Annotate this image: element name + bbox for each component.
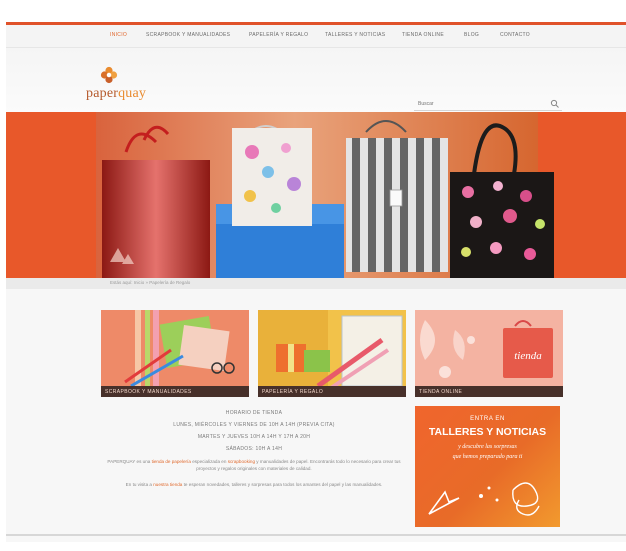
- nav-item-papeleria[interactable]: Papelería y Regalo: [249, 32, 308, 38]
- intro-link[interactable]: scrapbooking: [228, 459, 255, 464]
- main-nav: Inicio Scrapbook y Manualidades Papelerí…: [6, 25, 626, 48]
- logo-flower-icon: [100, 66, 118, 84]
- intro-paragraph: PAPERQUAY es una tienda de papelería esp…: [98, 458, 410, 473]
- nav-item-blog[interactable]: Blog: [464, 32, 479, 38]
- promo-illustration: [428, 482, 540, 516]
- logo[interactable]: paperquay: [86, 66, 196, 106]
- breadcrumb-text[interactable]: Estás aquí: Inicio » Papelería de Regalo: [110, 280, 190, 285]
- talleres-promo-banner[interactable]: ENTRA EN TALLERES Y NOTICIAS y descubre …: [415, 406, 560, 527]
- breadcrumb: Estás aquí: Inicio » Papelería de Regalo: [6, 278, 626, 289]
- logo-part2: quay: [118, 86, 147, 101]
- card-caption: SCRAPBOOK Y MANUALIDADES: [105, 389, 192, 395]
- nav-item-tienda-online[interactable]: Tienda Online: [402, 32, 444, 38]
- search-box: [414, 98, 562, 111]
- card-caption: TIENDA ONLINE: [419, 389, 463, 395]
- promo-line1: ENTRA EN: [470, 416, 505, 422]
- card-scrapbook[interactable]: SCRAPBOOK Y MANUALIDADES: [101, 310, 249, 397]
- nav-item-inicio[interactable]: Inicio: [110, 32, 127, 38]
- hero-gift-bags-image: [102, 120, 554, 278]
- nav-item-contacto[interactable]: Contacto: [500, 32, 530, 38]
- card-papeleria[interactable]: PAPELERÍA Y REGALO: [258, 310, 406, 397]
- intro-text-span: PAPERQUAY es una: [107, 459, 152, 464]
- tienda-badge-text: tienda: [514, 350, 542, 362]
- store-hours-line: Sábados: 10h a 14h: [225, 446, 283, 452]
- nav-item-talleres[interactable]: Talleres y Noticias: [325, 32, 385, 38]
- butterfly-icon: [512, 482, 539, 507]
- site-header: paperquay: [6, 48, 626, 112]
- intro-paragraph: En tu visita a nuestra tienda te esperan…: [98, 481, 410, 488]
- search-icon[interactable]: [550, 99, 560, 109]
- hero-banner: [6, 112, 626, 278]
- intro-link[interactable]: tienda de papelería: [152, 459, 191, 464]
- card-caption-bar: SCRAPBOOK Y MANUALIDADES: [101, 386, 249, 397]
- card-caption-bar: PAPELERÍA Y REGALO: [258, 386, 406, 397]
- store-hours-title: Horario de Tienda: [225, 410, 283, 416]
- intro-link[interactable]: nuestra tienda: [153, 482, 182, 487]
- page: Inicio Scrapbook y Manualidades Papelerí…: [6, 22, 626, 542]
- intro-text-span: especializada en: [190, 459, 228, 464]
- intro-text: Horario de Tienda Lunes, Miércoles y Vie…: [98, 410, 410, 488]
- card-caption-bar: TIENDA ONLINE: [415, 386, 563, 397]
- footer-divider: [6, 534, 626, 536]
- promo-line3: y descubre las sorpresas: [458, 444, 517, 450]
- logo-wordmark: paperquay: [86, 86, 146, 102]
- search-input[interactable]: [418, 98, 538, 109]
- scrapbook-image: [101, 310, 249, 397]
- store-hours-line: Martes y Jueves 10h a 14h y 17h a 20h: [197, 434, 311, 440]
- cursor-arrow-icon: [428, 490, 460, 515]
- store-hours-line: Lunes, Miércoles y Viernes de 10h a 14h …: [173, 422, 335, 428]
- intro-text-span: En tu visita a: [125, 481, 154, 487]
- promo-line4: que hemos preparado para ti: [452, 454, 523, 460]
- intro-text-span: te esperan novedades, talleres y sorpres…: [182, 481, 383, 487]
- nav-item-scrapbook[interactable]: Scrapbook y Manualidades: [146, 32, 230, 38]
- logo-part1: paper: [86, 86, 119, 101]
- papeleria-image: [258, 310, 406, 397]
- card-caption: PAPELERÍA Y REGALO: [262, 389, 324, 395]
- card-tienda-online[interactable]: tienda TIENDA ONLINE: [415, 310, 563, 397]
- tienda-image: tienda: [415, 310, 563, 397]
- promo-line2: TALLERES Y NOTICIAS: [428, 426, 547, 438]
